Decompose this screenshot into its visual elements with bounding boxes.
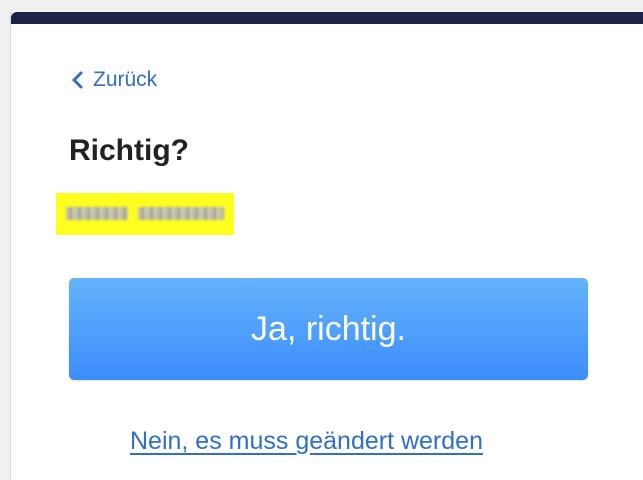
redacted-value xyxy=(56,193,234,235)
confirm-yes-button[interactable]: Ja, richtig. xyxy=(69,278,588,380)
change-value-link[interactable]: Nein, es muss geändert werden xyxy=(130,427,483,456)
top-bar xyxy=(11,12,643,24)
page-title: Richtig? xyxy=(69,134,189,167)
redacted-text-part xyxy=(138,207,224,220)
back-link[interactable]: Zurück xyxy=(69,68,157,92)
redacted-text-part xyxy=(66,207,128,220)
back-link-label: Zurück xyxy=(93,68,158,91)
confirmation-panel: Zurück Richtig? Ja, richtig. Nein, es mu… xyxy=(10,12,643,480)
chevron-left-icon xyxy=(69,70,85,90)
